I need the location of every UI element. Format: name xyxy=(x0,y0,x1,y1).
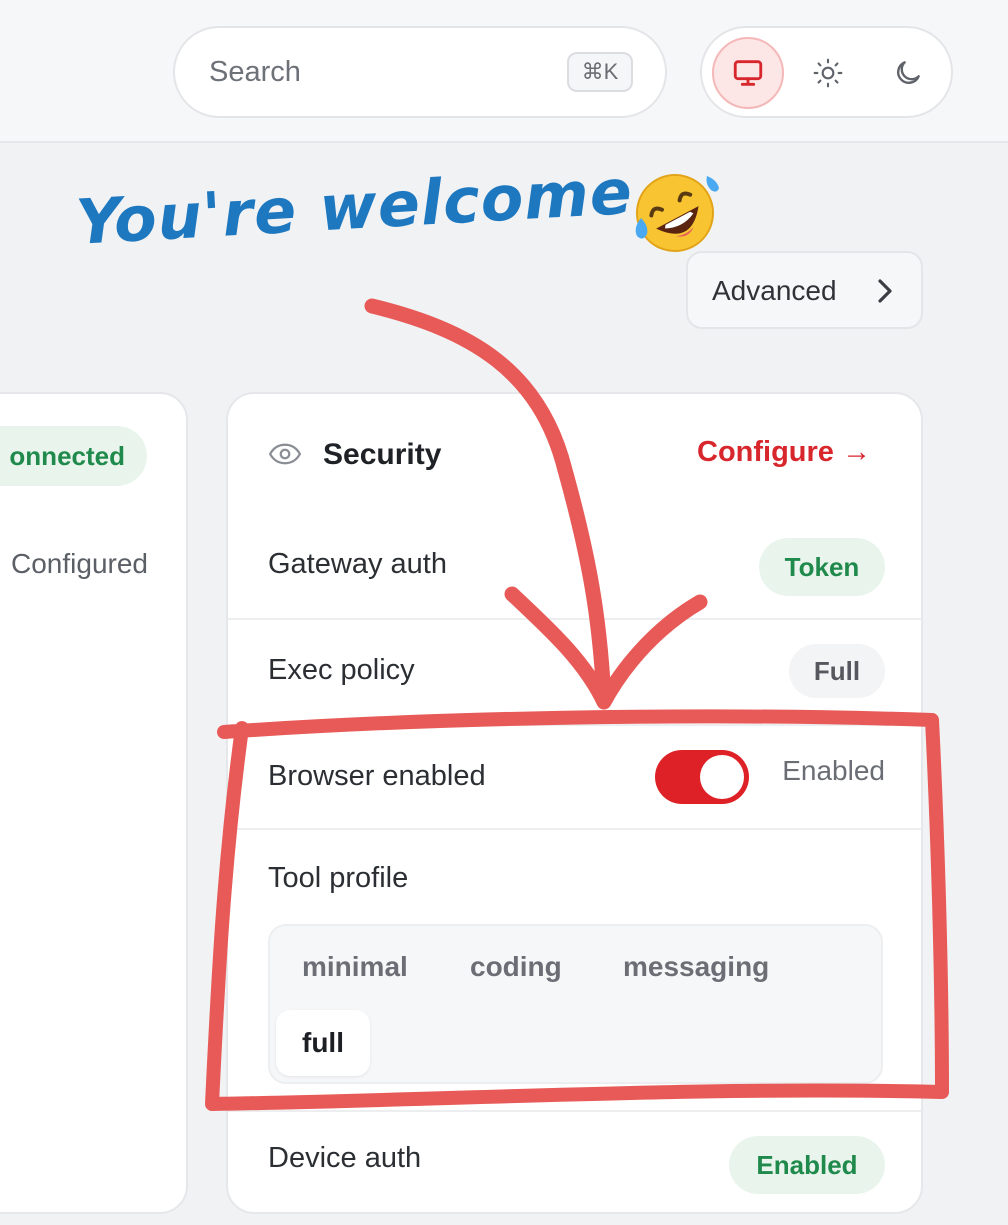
browser-enabled-toggle[interactable] xyxy=(655,750,749,804)
theme-light-button[interactable] xyxy=(792,37,864,109)
gateway-auth-row: Gateway auth Token xyxy=(228,514,921,618)
advanced-label: Advanced xyxy=(712,275,837,306)
monitor-icon xyxy=(731,56,765,90)
eye-icon xyxy=(268,441,302,472)
toggle-knob xyxy=(700,755,744,799)
configured-value: Configured xyxy=(11,548,148,579)
device-auth-label: Device auth xyxy=(268,1142,422,1174)
exec-policy-badge: Full xyxy=(789,644,885,698)
exec-policy-row: Exec policy Full xyxy=(228,620,921,724)
browser-enabled-label: Browser enabled xyxy=(268,760,486,792)
sun-icon xyxy=(812,57,844,89)
browser-enabled-row: Browser enabled Enabled xyxy=(228,726,921,828)
device-auth-badge: Enabled xyxy=(729,1136,885,1194)
moon-icon xyxy=(892,57,924,89)
tool-profile-option-full[interactable]: full xyxy=(276,1010,370,1076)
divider xyxy=(228,828,921,830)
tool-profile-option-coding[interactable]: coding xyxy=(444,934,588,1000)
gateway-auth-label: Gateway auth xyxy=(268,548,447,580)
tool-profile-option-minimal[interactable]: minimal xyxy=(276,934,434,1000)
security-title: Security xyxy=(323,438,442,471)
top-bar: ⌘K xyxy=(0,0,1008,143)
rolling-on-floor-laughing-emoji xyxy=(627,168,723,263)
browser-enabled-status: Enabled xyxy=(782,755,885,786)
tool-profile-selector: minimal coding messaging full xyxy=(268,924,883,1084)
theme-dark-button[interactable] xyxy=(872,37,944,109)
connected-status-badge: onnected xyxy=(0,426,147,486)
exec-policy-label: Exec policy xyxy=(268,654,415,686)
tool-profile-label: Tool profile xyxy=(268,862,409,894)
security-card: Security Configure → Gateway auth Token … xyxy=(226,392,923,1214)
chevron-right-icon xyxy=(870,273,898,316)
gateway-auth-badge: Token xyxy=(759,538,885,596)
search-input[interactable] xyxy=(209,52,549,92)
search-shortcut-badge: ⌘K xyxy=(567,52,633,92)
search-box[interactable]: ⌘K xyxy=(173,26,667,118)
connection-card: onnected Configured xyxy=(0,392,188,1214)
configure-link[interactable]: Configure → xyxy=(697,436,871,469)
security-card-header: Security Configure → xyxy=(228,394,921,514)
theme-switcher xyxy=(700,26,953,118)
theme-system-button[interactable] xyxy=(712,37,784,109)
device-auth-row: Device auth Enabled xyxy=(228,1112,921,1212)
tool-profile-option-messaging[interactable]: messaging xyxy=(597,934,795,1000)
annotation-caption: You're welcome xyxy=(74,154,635,259)
